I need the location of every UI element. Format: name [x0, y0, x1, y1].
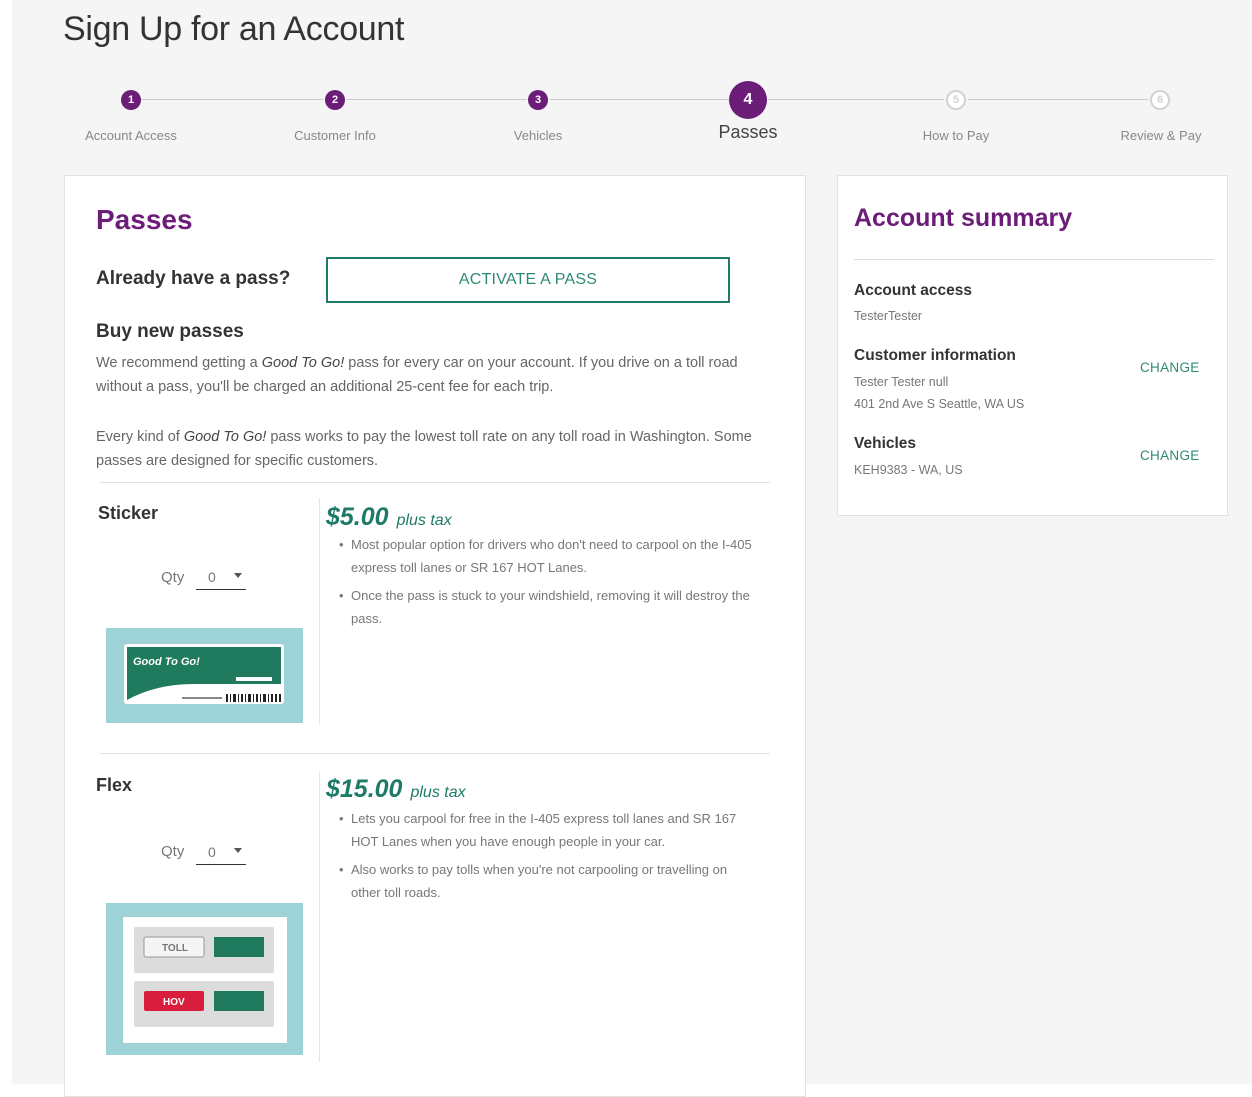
flex-qty-value: 0 — [208, 844, 216, 860]
step-1-label[interactable]: Account Access — [85, 128, 177, 143]
step-connector — [768, 99, 944, 100]
step-4-circle-active: 4 — [729, 81, 767, 119]
flex-features-list: Lets you carpool for free in the I-405 e… — [337, 808, 757, 910]
column-divider — [319, 498, 320, 724]
already-have-pass-label: Already have a pass? — [96, 268, 291, 289]
flex-price-suffix: plus tax — [410, 784, 466, 801]
summary-divider — [854, 259, 1214, 260]
sticker-pass-image: Good To Go! — [106, 628, 303, 723]
step-connector — [346, 99, 527, 100]
flex-price-value: $15.00 — [326, 775, 403, 803]
flex-qty-label: Qty — [161, 843, 185, 860]
sticker-price: $5.00 plus tax — [326, 503, 452, 532]
section-divider — [100, 482, 770, 483]
passes-heading: Passes — [96, 204, 193, 235]
account-summary-card: Account summary Account access TesterTes… — [837, 175, 1228, 516]
step-connector — [141, 99, 323, 100]
list-item: Once the pass is stuck to your windshiel… — [337, 585, 757, 630]
brand-name: Good To Go! — [183, 429, 267, 445]
para2-text-start: Every kind of — [96, 429, 184, 445]
account-summary-title: Account summary — [854, 204, 1073, 232]
section-divider — [100, 753, 770, 754]
pass-types-paragraph: Every kind of Good To Go! pass works to … — [96, 425, 766, 473]
sticker-qty-label: Qty — [161, 569, 185, 586]
step-2-circle[interactable]: 2 — [325, 90, 345, 110]
customer-information-label: Customer information — [854, 347, 1016, 364]
customer-address-value: 401 2nd Ave S Seattle, WA US — [854, 397, 1025, 411]
step-1-circle[interactable]: 1 — [121, 90, 141, 110]
step-6-label: Review & Pay — [1120, 128, 1202, 143]
recommendation-paragraph: We recommend getting a Good To Go! pass … — [96, 351, 766, 399]
sticker-pass-name: Sticker — [98, 503, 159, 523]
sticker-features-list: Most popular option for drivers who don'… — [337, 534, 757, 636]
step-connector — [968, 99, 1148, 100]
change-vehicles-button[interactable]: CHANGE — [1140, 448, 1200, 463]
progress-stepper: 1 2 3 4 5 6 Account Access Customer Info… — [0, 80, 1252, 160]
sticker-brand-text: Good To Go! — [133, 656, 200, 668]
brand-name: Good To Go! — [261, 355, 345, 371]
account-access-value: TesterTester — [854, 309, 923, 323]
sticker-pass-illustration: Good To Go! — [124, 644, 284, 704]
flex-pass-name: Flex — [96, 775, 133, 795]
vehicles-value: KEH9383 - WA, US — [854, 463, 963, 477]
column-divider — [319, 772, 320, 1062]
sticker-price-value: $5.00 — [326, 503, 389, 531]
account-access-label: Account access — [854, 282, 973, 299]
step-2-label[interactable]: Customer Info — [294, 128, 376, 143]
step-5-circle: 5 — [946, 90, 966, 110]
chevron-down-icon — [234, 848, 242, 853]
step-connector — [550, 99, 732, 100]
list-item: Also works to pay tolls when you're not … — [337, 859, 757, 904]
flex-pass-image: TOLL HOV — [106, 903, 303, 1055]
step-3-circle[interactable]: 3 — [528, 90, 548, 110]
para1-text-start: We recommend getting a — [96, 355, 262, 371]
step-4-label-active: Passes — [718, 122, 778, 142]
step-6-circle: 6 — [1150, 90, 1170, 110]
list-item: Most popular option for drivers who don'… — [337, 534, 757, 579]
step-5-label: How to Pay — [922, 128, 990, 143]
activate-pass-button[interactable]: ACTIVATE A PASS — [326, 257, 730, 303]
list-item: Lets you carpool for free in the I-405 e… — [337, 808, 757, 853]
flex-price: $15.00 plus tax — [326, 775, 466, 804]
chevron-down-icon — [234, 573, 242, 578]
toll-label-text: TOLL — [162, 943, 188, 954]
flex-pass-illustration: TOLL HOV — [123, 917, 287, 1043]
change-customer-info-button[interactable]: CHANGE — [1140, 360, 1200, 375]
sticker-qty-value: 0 — [208, 569, 216, 585]
sticker-qty-select[interactable]: 0 — [196, 567, 246, 590]
step-3-label[interactable]: Vehicles — [514, 128, 562, 143]
customer-name-value: Tester Tester null — [854, 375, 949, 389]
vehicles-label: Vehicles — [854, 435, 917, 452]
passes-card: Passes Already have a pass? ACTIVATE A P… — [64, 175, 806, 1097]
buy-new-passes-heading: Buy new passes — [96, 321, 244, 342]
hov-label-text: HOV — [163, 997, 185, 1008]
page-title: Sign Up for an Account — [63, 10, 405, 48]
flex-qty-select[interactable]: 0 — [196, 842, 246, 865]
sticker-price-suffix: plus tax — [396, 512, 452, 529]
